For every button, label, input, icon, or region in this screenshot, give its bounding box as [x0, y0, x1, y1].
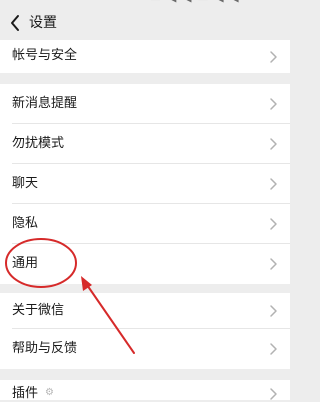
chevron-right-icon: [270, 138, 277, 150]
chevron-right-icon: [270, 218, 277, 230]
chevron-right-icon: [270, 388, 277, 400]
settings-item-chat[interactable]: 聊天: [0, 164, 290, 204]
settings-item-about-wechat[interactable]: 关于微信: [0, 293, 290, 329]
settings-list: 帐号与安全 新消息提醒 勿扰模式 聊天 隐私 通用 关于微信 帮助与反馈 插件 …: [0, 0, 290, 401]
settings-item-label: 勿扰模式: [12, 136, 65, 151]
settings-item-label: 通用: [12, 256, 39, 271]
chevron-right-icon: [270, 258, 277, 270]
settings-item-help-feedback[interactable]: 帮助与反馈: [0, 329, 290, 369]
chevron-right-icon: [270, 51, 277, 63]
chevron-right-icon: [270, 343, 277, 355]
settings-item-privacy[interactable]: 隐私: [0, 204, 290, 244]
settings-item-label: 新消息提醒: [12, 96, 78, 111]
settings-item-label: 帮助与反馈: [12, 341, 78, 356]
settings-item-label: 帐号与安全: [12, 48, 78, 63]
settings-item-plugins[interactable]: 插件 ⚙: [0, 380, 290, 401]
settings-item-new-message-alert[interactable]: 新消息提醒: [0, 84, 290, 124]
settings-item-do-not-disturb[interactable]: 勿扰模式: [0, 124, 290, 164]
chevron-right-icon: [270, 98, 277, 110]
chevron-right-icon: [270, 305, 277, 317]
settings-item-account-security[interactable]: 帐号与安全: [0, 40, 290, 73]
settings-item-general[interactable]: 通用: [0, 244, 290, 284]
settings-item-label: 聊天: [12, 176, 39, 191]
settings-item-label: 关于微信: [12, 303, 65, 318]
chevron-right-icon: [270, 178, 277, 190]
settings-item-label: 隐私: [12, 216, 39, 231]
gear-icon: ⚙: [45, 387, 54, 398]
